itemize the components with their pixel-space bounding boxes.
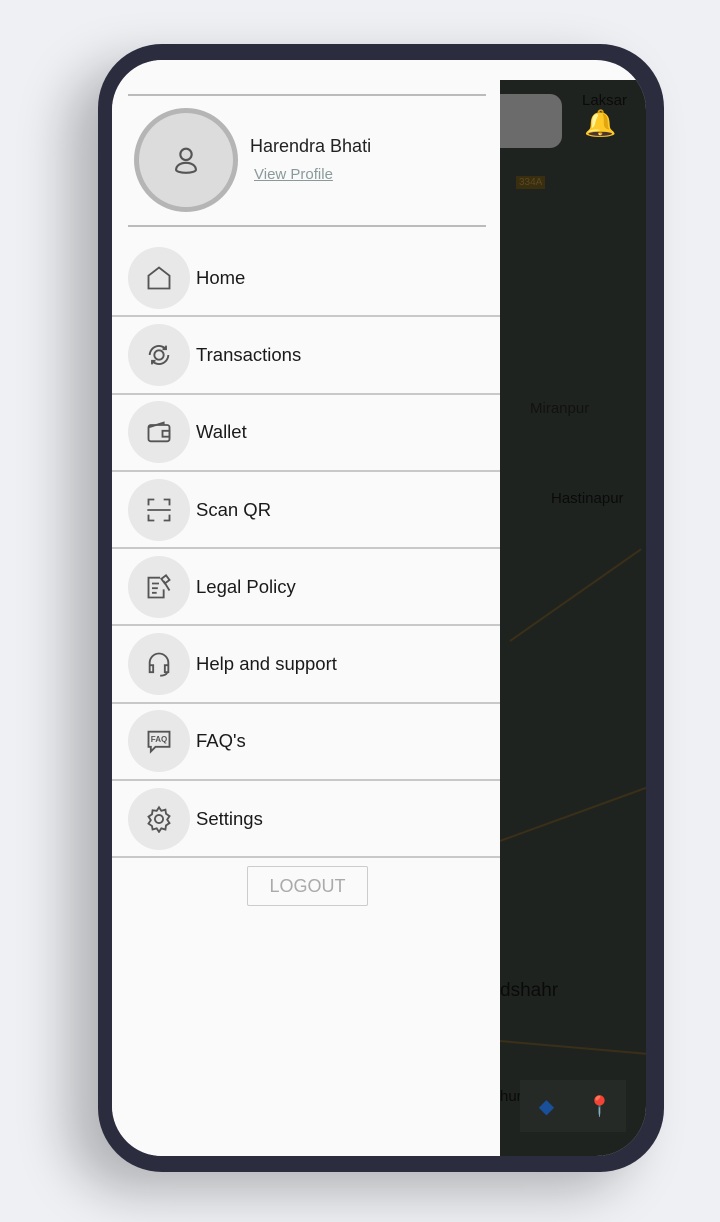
user-icon <box>175 147 197 174</box>
divider <box>128 94 486 96</box>
menu-item-settings[interactable]: Settings <box>112 781 500 859</box>
navigation-drawer: Harendra Bhati View Profile Home Transac… <box>112 60 500 1156</box>
divider <box>128 225 486 227</box>
home-icon <box>128 246 190 309</box>
map-label: Miranpur <box>530 400 590 417</box>
map-buttons: ◆ 📍 <box>520 1080 626 1132</box>
menu-item-wallet[interactable]: Wallet <box>112 395 500 472</box>
view-profile-link[interactable]: View Profile <box>254 166 333 183</box>
gear-icon <box>128 787 190 850</box>
headset-icon <box>128 633 190 696</box>
avatar[interactable] <box>134 108 238 212</box>
menu-item-scan-qr[interactable]: Scan QR <box>112 472 500 550</box>
scan-qr-icon <box>128 478 190 541</box>
profile-name: Harendra Bhati <box>250 136 372 156</box>
faq-icon-text: FAQ <box>150 735 168 745</box>
wallet-icon <box>128 401 190 464</box>
menu-item-label: Wallet <box>196 421 247 443</box>
map-search-bar[interactable] <box>500 94 562 148</box>
menu-item-label: FAQ's <box>196 730 246 752</box>
menu-item-label: Home <box>196 266 246 288</box>
logout-button[interactable]: LOGOUT <box>247 866 368 906</box>
transactions-icon <box>128 323 190 386</box>
menu-item-help[interactable]: Help and support <box>112 626 500 704</box>
menu-item-label: Transactions <box>196 343 302 365</box>
map-label: dshahr <box>500 980 559 1001</box>
menu-item-home[interactable]: Home <box>112 240 500 318</box>
legal-icon <box>128 555 190 618</box>
road-badge: 334A <box>516 176 546 189</box>
bell-icon[interactable]: 🔔 <box>584 108 616 139</box>
menu-item-label: Settings <box>196 807 263 829</box>
menu-item-faqs[interactable]: FAQ FAQ's <box>112 704 500 782</box>
map-label: Laksar <box>582 92 628 109</box>
menu-item-transactions[interactable]: Transactions <box>112 317 500 395</box>
screen: Laksar 🔔 334A Miranpur Hastinapur dshahr… <box>112 60 646 1156</box>
map-label: Hastinapur <box>551 490 624 507</box>
faq-icon: FAQ <box>128 710 190 773</box>
menu-list: Home Transactions Wallet Scan QR Legal P… <box>112 240 500 859</box>
menu-item-label: Scan QR <box>196 498 272 520</box>
map-view[interactable]: Laksar 🔔 334A Miranpur Hastinapur dshahr… <box>499 80 646 1156</box>
menu-item-legal-policy[interactable]: Legal Policy <box>112 549 500 627</box>
directions-icon[interactable]: ◆ <box>520 1080 573 1132</box>
menu-item-label: Legal Policy <box>196 575 296 597</box>
menu-item-label: Help and support <box>196 653 337 675</box>
google-maps-icon[interactable]: 📍 <box>573 1080 626 1132</box>
